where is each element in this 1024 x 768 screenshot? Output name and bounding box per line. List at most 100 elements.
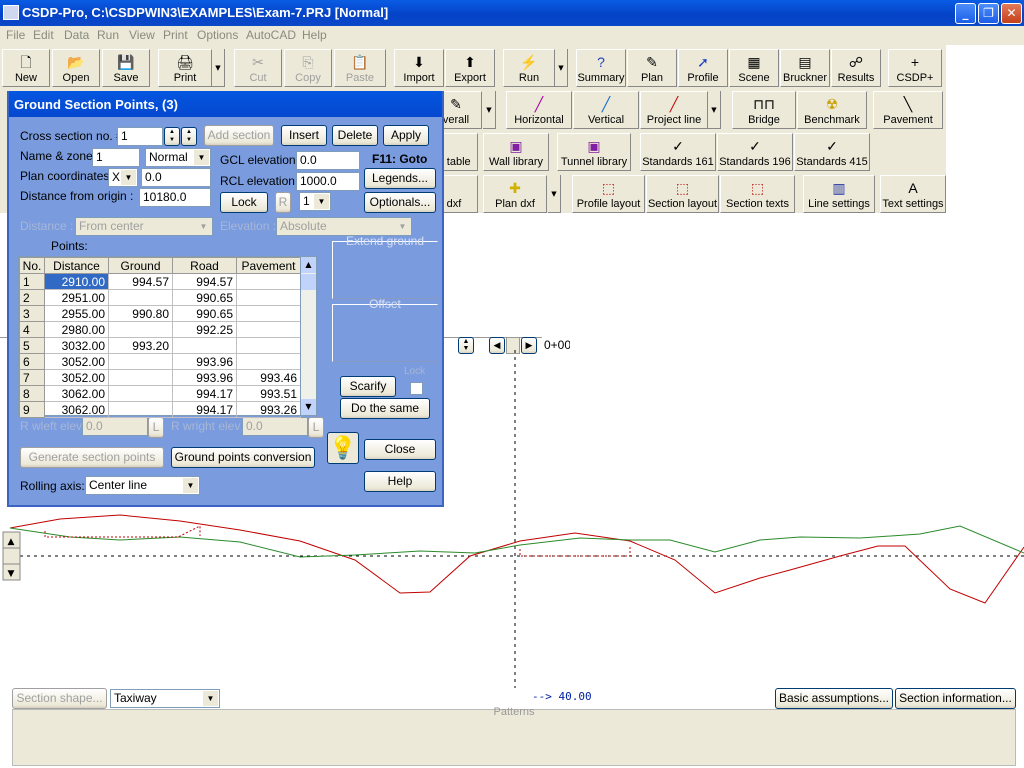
section-texts-button[interactable]: ⬚ Section texts bbox=[720, 175, 795, 213]
profile-button[interactable]: ➚ Profile bbox=[678, 49, 728, 87]
zone-select[interactable]: Normal ▼ bbox=[145, 148, 211, 167]
minimize-button[interactable]: _ bbox=[955, 3, 976, 24]
rcl-input[interactable]: 1000.0 bbox=[296, 172, 360, 191]
gcl-input[interactable]: 0.0 bbox=[296, 151, 360, 170]
cross-section-spin-up[interactable]: ▲ ▼ bbox=[164, 127, 180, 146]
close-button[interactable]: Close bbox=[364, 439, 436, 460]
menu-edit[interactable]: Edit bbox=[33, 28, 54, 42]
r-select[interactable]: 1 ▼ bbox=[299, 192, 331, 211]
overall-dropdown[interactable]: ▼ bbox=[483, 91, 496, 129]
table-row[interactable]: 9 3062.00 994.17 993.26 bbox=[19, 401, 301, 418]
scarify-button[interactable]: Scarify bbox=[340, 376, 396, 397]
table-row[interactable]: 7 3052.00 993.96 993.46 bbox=[19, 369, 301, 386]
menu-print[interactable]: Print bbox=[163, 28, 188, 42]
distance-origin-input[interactable]: 10180.0 bbox=[139, 188, 211, 207]
add-section-button[interactable]: Add section bbox=[204, 125, 274, 146]
standards-161-button[interactable]: ✓ Standards 161 bbox=[640, 133, 716, 171]
close-window-button[interactable]: ✕ bbox=[1001, 3, 1022, 24]
book-icon: ▣ bbox=[509, 138, 523, 154]
section-layout-button[interactable]: ⬚ Section layout bbox=[646, 175, 719, 213]
pavement-button[interactable]: ╲ Pavement bbox=[873, 91, 943, 129]
table-row[interactable]: 6 3052.00 993.96 bbox=[19, 353, 301, 370]
export-button[interactable]: ⬆ Export bbox=[445, 49, 495, 87]
run-dropdown[interactable]: ▼ bbox=[555, 49, 568, 87]
save-button[interactable]: 💾 Save bbox=[102, 49, 150, 87]
cross-section-spin-fast[interactable]: ▲ ▼ bbox=[181, 127, 197, 146]
scroll-down-icon[interactable]: ▼ bbox=[301, 399, 316, 415]
menu-help[interactable]: Help bbox=[302, 28, 327, 42]
horizontal-button[interactable]: ╱ Horizontal bbox=[506, 91, 572, 129]
r-button[interactable]: R bbox=[275, 192, 291, 213]
lock-checkbox[interactable] bbox=[410, 382, 423, 395]
print-button[interactable]: 🖨 Print bbox=[158, 49, 212, 87]
import-button[interactable]: ⬇ Import bbox=[394, 49, 444, 87]
run-button[interactable]: ⚡ Run bbox=[503, 49, 555, 87]
cut-button[interactable]: ✂ Cut bbox=[234, 49, 282, 87]
table-row[interactable]: 3 2955.00 990.80 990.65 bbox=[19, 305, 301, 322]
tunnel-library-button[interactable]: ▣ Tunnel library bbox=[557, 133, 631, 171]
table-row[interactable]: 5 3032.00 993.20 bbox=[19, 337, 301, 354]
r-wright-l-button[interactable]: L bbox=[308, 417, 324, 438]
optionals-button[interactable]: Optionals... bbox=[364, 192, 436, 213]
help-button[interactable]: Help bbox=[364, 471, 436, 492]
standards-196-button[interactable]: ✓ Standards 196 bbox=[717, 133, 793, 171]
menu-options[interactable]: Options bbox=[197, 28, 238, 42]
menu-run[interactable]: Run bbox=[97, 28, 119, 42]
print-dropdown[interactable]: ▼ bbox=[212, 49, 225, 87]
r-wleft-input[interactable]: 0.0 bbox=[82, 417, 148, 436]
wall-library-button[interactable]: ▣ Wall library bbox=[483, 133, 549, 171]
new-button[interactable]: 🗋 New bbox=[2, 49, 50, 87]
bruckner-button[interactable]: ▤ Bruckner bbox=[780, 49, 830, 87]
light-bulb-icon[interactable]: 💡 bbox=[327, 432, 359, 464]
profile-layout-button[interactable]: ⬚ Profile layout bbox=[572, 175, 645, 213]
chart-scroll-mid[interactable] bbox=[2, 547, 21, 565]
menu-file[interactable]: File bbox=[6, 28, 25, 42]
scroll-thumb[interactable] bbox=[301, 274, 316, 290]
menu-view[interactable]: View bbox=[129, 28, 155, 42]
points-table-scrollbar[interactable]: ▲ ▼ bbox=[300, 256, 317, 416]
table-row[interactable]: 8 3062.00 994.17 993.51 bbox=[19, 385, 301, 402]
r-wright-input[interactable]: 0.0 bbox=[242, 417, 308, 436]
text-settings-button[interactable]: A Text settings bbox=[880, 175, 946, 213]
plan-dxf-button[interactable]: ✚ Plan dxf bbox=[483, 175, 547, 213]
plan-coordinate-input[interactable]: 0.0 bbox=[141, 168, 211, 187]
vertical-button[interactable]: ╱ Vertical bbox=[573, 91, 639, 129]
project-line-dropdown[interactable]: ▼ bbox=[708, 91, 721, 129]
table-row[interactable]: 1 2910.00 994.57 994.57 bbox=[19, 273, 301, 290]
paste-button[interactable]: 📋 Paste bbox=[334, 49, 386, 87]
benchmark-button[interactable]: ☢ Benchmark bbox=[797, 91, 867, 129]
legends-button[interactable]: Legends... bbox=[364, 168, 436, 189]
menu-data[interactable]: Data bbox=[64, 28, 89, 42]
table-row[interactable]: 2 2951.00 990.65 bbox=[19, 289, 301, 306]
plan-button[interactable]: ✎ Plan bbox=[627, 49, 677, 87]
line-settings-button[interactable]: ▥ Line settings bbox=[803, 175, 875, 213]
scroll-up-icon[interactable]: ▲ bbox=[301, 257, 316, 273]
maximize-button[interactable]: ❐ bbox=[978, 3, 999, 24]
project-line-button[interactable]: ╱ Project line bbox=[640, 91, 708, 129]
results-button[interactable]: ☍ Results bbox=[831, 49, 881, 87]
plan-axis-select[interactable]: X ▼ bbox=[108, 168, 138, 187]
ground-points-conversion-button[interactable]: Ground points conversion bbox=[171, 447, 315, 468]
do-the-same-button[interactable]: Do the same bbox=[340, 398, 430, 419]
apply-button[interactable]: Apply bbox=[383, 125, 429, 146]
plan-dxf-dropdown[interactable]: ▼ bbox=[548, 175, 561, 213]
scene-button[interactable]: ▦ Scene bbox=[729, 49, 779, 87]
copy-button[interactable]: ⎘ Copy bbox=[284, 49, 332, 87]
r-wleft-l-button[interactable]: L bbox=[148, 417, 164, 438]
cross-section-input[interactable]: 1 bbox=[117, 127, 163, 146]
summary-button[interactable]: ? Summary bbox=[576, 49, 626, 87]
bridge-button[interactable]: ⊓⊓ Bridge bbox=[732, 91, 796, 129]
name-input[interactable]: 1 bbox=[92, 148, 140, 167]
open-button[interactable]: 📂 Open bbox=[52, 49, 100, 87]
rolling-axis-select[interactable]: Center line ▼ bbox=[85, 476, 200, 495]
standards-415-button[interactable]: ✓ Standards 415 bbox=[794, 133, 870, 171]
menu-autocad[interactable]: AutoCAD bbox=[246, 28, 296, 42]
distance-mode-select[interactable]: From center ▼ bbox=[75, 217, 213, 236]
generate-section-points-button[interactable]: Generate section points bbox=[20, 447, 164, 468]
points-table[interactable]: No. Distance Ground Road Pavement 1 2910.… bbox=[18, 256, 318, 418]
insert-button[interactable]: Insert bbox=[281, 125, 327, 146]
lock-button[interactable]: Lock bbox=[220, 192, 268, 213]
csdp-plus-button[interactable]: + CSDP+ bbox=[888, 49, 942, 87]
table-row[interactable]: 4 2980.00 992.25 bbox=[19, 321, 301, 338]
delete-button[interactable]: Delete bbox=[332, 125, 378, 146]
